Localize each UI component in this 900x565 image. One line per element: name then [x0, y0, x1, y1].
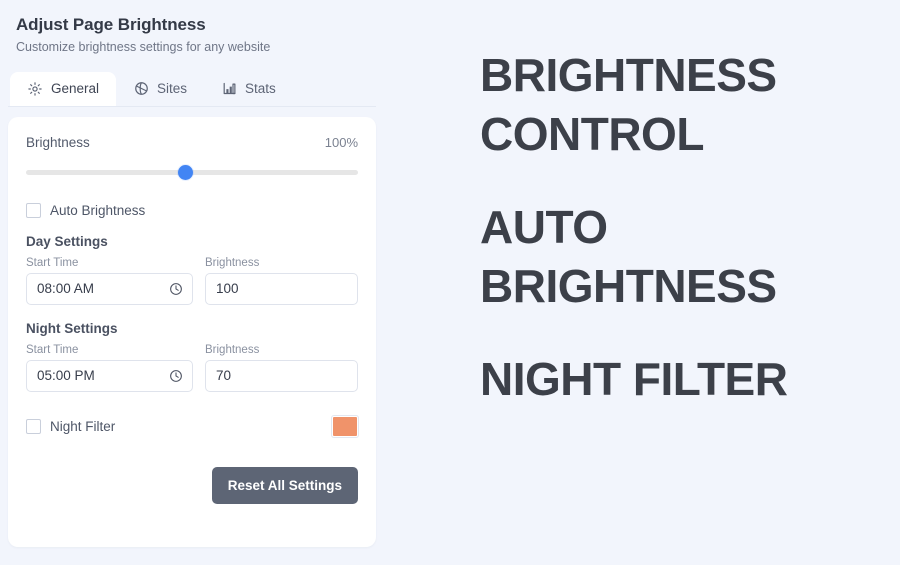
- night-brightness-field: Brightness 70: [205, 344, 358, 392]
- tab-general-label: General: [51, 80, 100, 96]
- night-brightness-input[interactable]: 70: [205, 359, 358, 392]
- night-settings-heading: Night Settings: [26, 320, 118, 336]
- night-brightness-label: Brightness: [205, 343, 260, 356]
- day-brightness-field: Brightness 100: [205, 257, 358, 305]
- reset-button-row: Reset All Settings: [26, 466, 358, 504]
- brightness-extension-popup: Adjust Page Brightness Customize brightn…: [0, 0, 384, 565]
- globe-icon: [133, 81, 149, 97]
- night-start-time-field: Start Time 05:00 PM: [26, 344, 193, 392]
- day-brightness-label: Brightness: [205, 256, 260, 269]
- night-filter-row: Night Filter: [26, 415, 358, 437]
- brightness-slider-thumb[interactable]: [177, 164, 193, 180]
- general-settings-card: Brightness 100% Auto Brightness Day Sett…: [8, 116, 376, 547]
- tab-bar: General Sites Stats: [8, 71, 376, 107]
- sun-icon: [27, 81, 43, 97]
- day-start-time-label: Start Time: [26, 256, 79, 269]
- tab-stats[interactable]: Stats: [204, 72, 293, 106]
- tab-sites-label: Sites: [157, 80, 188, 96]
- page-subtitle: Customize brightness settings for any we…: [16, 40, 271, 55]
- night-filter-label: Night Filter: [50, 418, 116, 434]
- auto-brightness-label: Auto Brightness: [50, 202, 146, 218]
- night-filter-color-swatch[interactable]: [332, 415, 358, 437]
- heading-night-filter: NIGHT FILTER: [480, 352, 788, 405]
- day-start-time-input[interactable]: 08:00 AM: [26, 272, 193, 305]
- day-settings-fields: Start Time 08:00 AM Brightness 100: [26, 257, 358, 305]
- brightness-header-row: Brightness 100%: [26, 135, 358, 150]
- night-settings-fields: Start Time 05:00 PM Brightness 70: [26, 344, 358, 392]
- tab-general[interactable]: General: [10, 71, 117, 106]
- page-title: Adjust Page Brightness: [16, 15, 206, 34]
- app-screen: Adjust Page Brightness Customize brightn…: [0, 0, 900, 565]
- clock-icon[interactable]: [169, 369, 183, 383]
- night-filter-toggle-group[interactable]: Night Filter: [26, 418, 116, 434]
- night-start-time-value: 05:00 PM: [37, 368, 95, 383]
- brightness-value: 100%: [324, 134, 358, 150]
- reset-all-settings-button[interactable]: Reset All Settings: [211, 466, 358, 504]
- heading-brightness-control: BRIGHTNESS CONTROL: [480, 49, 777, 160]
- bar-chart-icon: [221, 81, 237, 97]
- brightness-label: Brightness: [26, 134, 90, 150]
- day-brightness-input[interactable]: 100: [205, 272, 358, 305]
- brightness-slider[interactable]: [26, 164, 358, 181]
- night-start-time-input[interactable]: 05:00 PM: [26, 359, 193, 392]
- heading-auto-brightness: AUTO BRIGHTNESS: [480, 200, 777, 312]
- night-start-time-label: Start Time: [26, 343, 79, 356]
- clock-icon[interactable]: [169, 282, 183, 296]
- headings-panel: BRIGHTNESS CONTROL AUTO BRIGHTNESS NIGHT…: [384, 0, 900, 565]
- popup-header: Adjust Page Brightness Customize brightn…: [8, 12, 376, 56]
- auto-brightness-row[interactable]: Auto Brightness: [26, 202, 358, 218]
- day-start-time-value: 08:00 AM: [37, 281, 95, 296]
- night-brightness-value: 70: [216, 368, 232, 383]
- night-filter-checkbox[interactable]: [26, 418, 41, 434]
- day-brightness-value: 100: [216, 281, 239, 296]
- day-settings-heading: Day Settings: [26, 233, 108, 249]
- auto-brightness-checkbox[interactable]: [26, 202, 41, 218]
- tab-stats-label: Stats: [245, 80, 276, 96]
- tab-sites[interactable]: Sites: [116, 72, 204, 106]
- day-start-time-field: Start Time 08:00 AM: [26, 257, 193, 305]
